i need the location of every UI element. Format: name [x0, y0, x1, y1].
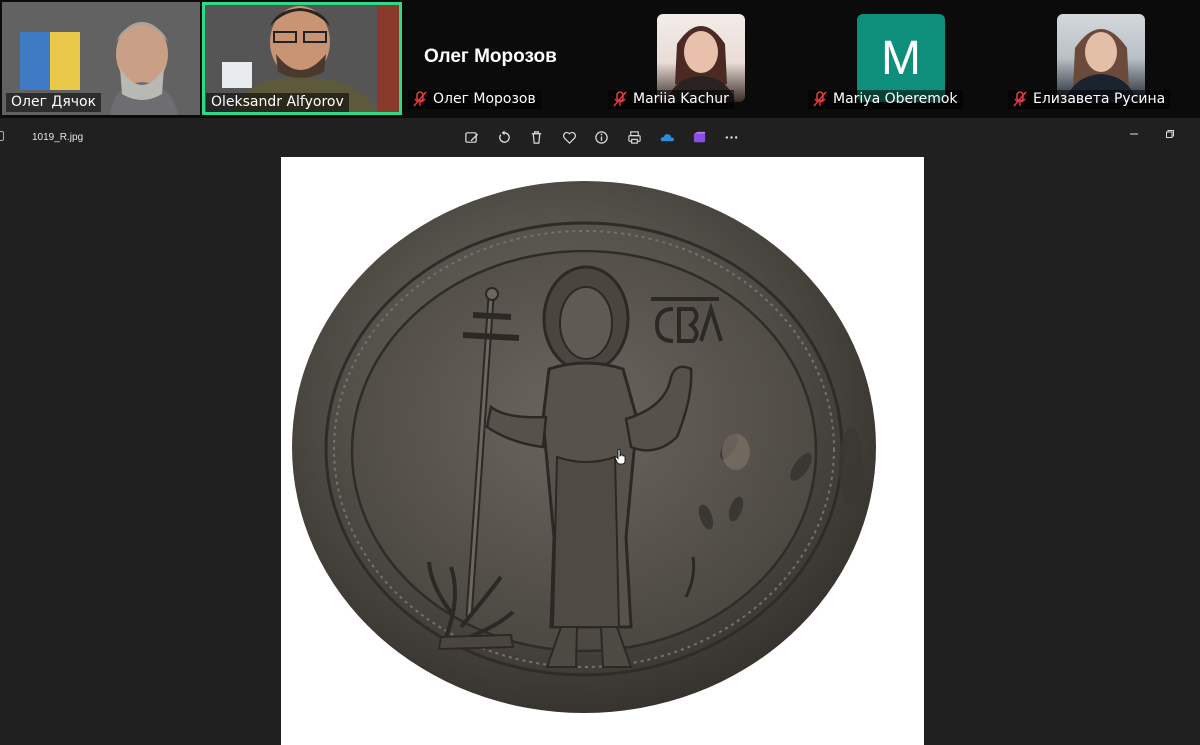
file-name: 1019_R.jpg [32, 132, 84, 143]
participant-name: Елизавета Русина [1033, 91, 1166, 107]
mic-muted-icon [813, 91, 827, 107]
delete-icon[interactable] [526, 127, 546, 147]
mic-muted-icon [1013, 91, 1027, 107]
restore-button[interactable] [1159, 124, 1181, 144]
participant-name-tag-5[interactable]: Mariya Oberemok [808, 90, 963, 109]
participant-tile-2[interactable]: Oleksandr Alfyorov [202, 2, 402, 115]
rotate-icon[interactable] [494, 127, 514, 147]
participant-name: Oleksandr Alfyorov [211, 94, 344, 110]
participant-avatar-kachur[interactable] [657, 14, 745, 102]
featured-participant-name: Олег Морозов [424, 46, 557, 67]
avatar-image [667, 26, 735, 102]
clipchamp-icon[interactable] [689, 127, 709, 147]
minimize-button[interactable] [1123, 124, 1145, 144]
mic-muted-icon [613, 91, 627, 107]
app-icon [0, 131, 4, 141]
participant-avatar-rusyna[interactable] [1057, 14, 1145, 102]
onedrive-icon[interactable] [657, 127, 677, 147]
participant-name: Олег Дячок [11, 94, 97, 110]
viewer-titlebar: 1019_R.jpg [0, 118, 1200, 156]
participant-name-tag-3[interactable]: Олег Морозов [408, 90, 541, 109]
participant-name-tag-4[interactable]: Mariia Kachur [608, 90, 734, 109]
edit-icon[interactable] [461, 127, 481, 147]
participant-name: Mariya Oberemok [833, 91, 958, 107]
photo-viewer-window: 1019_R.jpg [0, 118, 1200, 745]
minimize-icon [1130, 133, 1138, 135]
favorite-icon[interactable] [559, 127, 579, 147]
participant-name-tag-6[interactable]: Елизавета Русина [1008, 90, 1171, 109]
print-icon[interactable] [624, 127, 644, 147]
image-canvas[interactable] [281, 157, 924, 745]
avatar-image [1065, 29, 1137, 102]
restore-icon [1166, 130, 1174, 138]
participant-name-tag: Олег Дячок [6, 93, 102, 112]
participant-avatar-letter[interactable]: M [857, 14, 945, 102]
lead-seal-image [292, 181, 876, 713]
participant-name: Mariia Kachur [633, 91, 729, 107]
more-icon[interactable] [721, 127, 741, 147]
hand-cursor-icon [614, 449, 626, 465]
participant-tile-1[interactable]: Олег Дячок [2, 2, 200, 115]
participant-strip: Олег Дячок Oleksandr Alfyorov Олег Мороз… [0, 0, 1200, 118]
mic-muted-icon [413, 91, 427, 107]
info-icon[interactable] [591, 127, 611, 147]
participant-name: Олег Морозов [433, 91, 536, 107]
participant-name-tag: Oleksandr Alfyorov [206, 93, 349, 112]
